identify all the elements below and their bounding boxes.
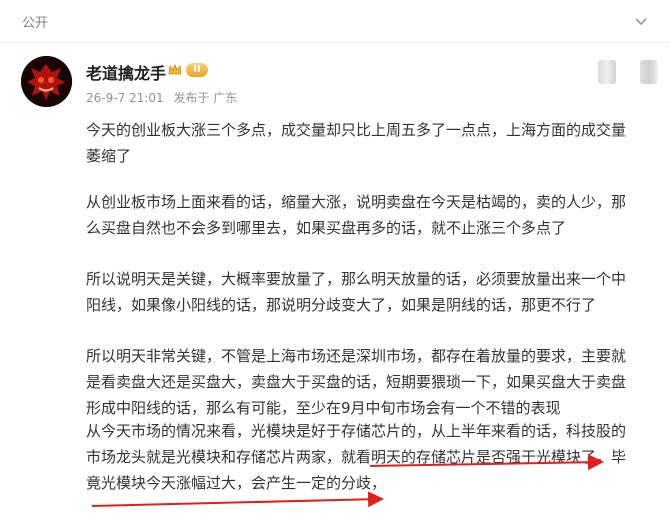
red-annotation-arrow [91,454,604,508]
